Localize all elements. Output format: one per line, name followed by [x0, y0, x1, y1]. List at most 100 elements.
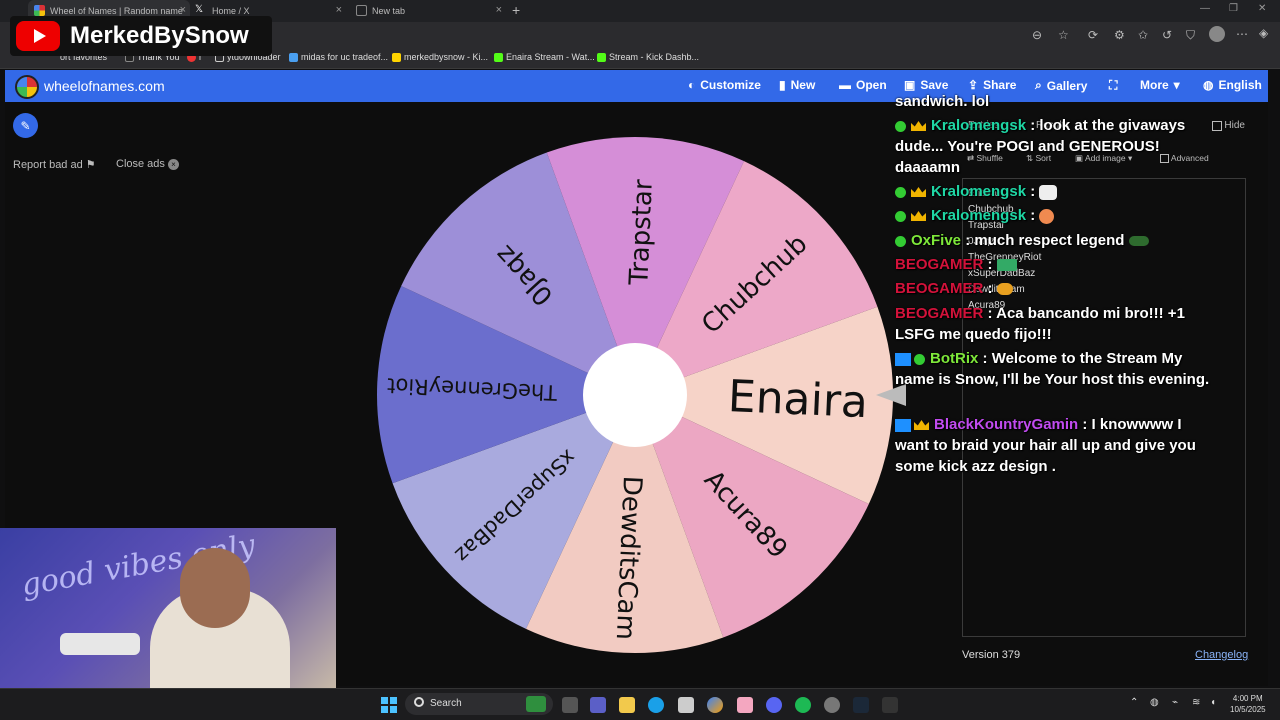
crown-badge-icon — [911, 121, 926, 132]
bookmark-midas[interactable]: midas for uc tradeof... — [289, 52, 388, 62]
discord-icon[interactable] — [766, 697, 782, 713]
more-menu-icon[interactable]: ⋯ — [1236, 27, 1248, 41]
edge-icon[interactable] — [648, 697, 664, 713]
copilot-app-icon[interactable] — [707, 697, 723, 713]
file-explorer-icon[interactable] — [619, 697, 635, 713]
chat-username: BEOGAMER — [895, 305, 984, 322]
favorites-icon[interactable]: ✩ — [1138, 28, 1148, 42]
save-icon: ▣ — [904, 78, 916, 92]
wifi-icon[interactable]: ≋ — [1192, 697, 1200, 708]
emote-icon — [1128, 236, 1149, 247]
widget-icon[interactable] — [526, 696, 546, 712]
verified-badge-icon — [895, 120, 906, 132]
close-circle-icon: × — [167, 159, 179, 170]
wheel-logo-icon[interactable] — [15, 75, 39, 99]
close-window-icon[interactable]: ✕ — [1258, 3, 1266, 14]
bookmark-icon — [289, 52, 298, 62]
windows-start-icon[interactable] — [381, 697, 397, 713]
site-title[interactable]: wheelofnames.com — [44, 78, 165, 94]
save-button[interactable]: ▣ Save — [904, 78, 948, 92]
chat-username: BotRix — [930, 350, 979, 367]
wheel-segment-label: Trapstar — [624, 178, 659, 286]
wheel-segment-label: Enaira — [727, 371, 869, 428]
close-ads-link[interactable]: Close ads × — [116, 158, 179, 170]
report-ad-link[interactable]: Report bad ad ⚑ — [13, 158, 96, 171]
shield-icon[interactable]: ⛉ — [1186, 28, 1195, 43]
name-wheel[interactable]: EnairaAcura89DewditsCamxSuperDadBazTheGr… — [372, 132, 898, 658]
skate-app-icon[interactable] — [882, 697, 898, 713]
language-button[interactable]: ◍ English — [1203, 78, 1262, 92]
obs-icon[interactable] — [824, 697, 840, 713]
chat-username: BlackKountryGamin — [934, 416, 1079, 433]
tab-label: Wheel of Names | Random name — [50, 6, 183, 16]
photos-icon[interactable] — [737, 697, 753, 713]
bookmark-enaira-stream[interactable]: Enaira Stream - Wat... — [494, 52, 595, 62]
reader-icon[interactable]: ⊖ — [1032, 28, 1042, 42]
minimize-icon[interactable]: — — [1200, 3, 1210, 14]
teams-icon[interactable] — [590, 697, 606, 713]
globe-icon: ◍ — [1203, 78, 1214, 92]
bookmark-label: merkedbysnow - Ki... — [404, 52, 489, 62]
chat-message: BEOGAMER : Aca bancando mi bro!!! +1 LSF… — [895, 305, 1185, 343]
open-button[interactable]: ▬ Open — [839, 78, 887, 92]
wheel-center-hub[interactable] — [583, 343, 687, 447]
share-button[interactable]: ⇪ Share — [968, 78, 1016, 92]
more-button[interactable]: More ▾ — [1140, 78, 1180, 92]
customize-button[interactable]: ◐ Customize — [688, 78, 761, 92]
settings-icon[interactable]: ⚙ — [1114, 28, 1125, 42]
close-tab-icon[interactable]: × — [496, 4, 502, 16]
extensions-icon[interactable]: ⟳ — [1088, 28, 1098, 42]
taskbar-clock[interactable]: 4:00 PM 10/5/2025 — [1230, 693, 1266, 715]
maximize-icon[interactable]: ❐ — [1229, 3, 1238, 14]
bookmark-icon — [392, 52, 401, 62]
edit-pencil-icon[interactable]: ✎ — [13, 113, 38, 138]
chevron-down-icon: ▾ — [1173, 78, 1180, 92]
tab-label: Home / X — [212, 6, 250, 16]
button-label: Open — [856, 78, 887, 92]
tray-app-icon[interactable]: ◍ — [1150, 697, 1159, 708]
chat-username: Kralomengsk — [931, 183, 1027, 200]
report-ad-label: Report bad ad — [13, 159, 83, 171]
copilot-icon[interactable]: ◈ — [1259, 26, 1268, 40]
chat-message: OxFive : much respect legend — [895, 230, 1215, 251]
chat-message: BlackKountryGamin : I knowwww I want to … — [895, 416, 1196, 475]
emote-icon — [996, 259, 1017, 272]
verified-badge-icon — [895, 210, 906, 222]
favorite-star-icon[interactable]: ☆ — [1058, 28, 1069, 42]
youtube-logo-icon — [16, 21, 60, 51]
task-view-icon[interactable] — [562, 697, 578, 713]
emote-icon — [996, 283, 1013, 296]
bot-badge-icon — [895, 352, 911, 366]
hide-checkbox[interactable]: Hide — [1212, 120, 1245, 131]
spotify-icon[interactable] — [795, 697, 811, 713]
chat-message: Kralomengsk : — [895, 181, 1215, 202]
volume-icon[interactable]: ◖ — [1210, 697, 1216, 708]
steam-icon[interactable] — [853, 697, 869, 713]
changelog-link[interactable]: Changelog — [1195, 649, 1248, 661]
hide-label: Hide — [1224, 120, 1245, 131]
new-tab-button[interactable]: + — [512, 2, 520, 18]
crown-badge-icon — [911, 187, 926, 198]
tab-new-tab[interactable]: New tab × — [350, 0, 506, 22]
history-icon[interactable]: ↺ — [1162, 28, 1172, 42]
new-button[interactable]: ▮ New — [779, 78, 815, 92]
chevron-up-icon[interactable]: ⌃ — [1130, 697, 1138, 708]
streamer-head — [180, 548, 250, 628]
tray-network-app-icon[interactable]: ⌁ — [1172, 697, 1178, 708]
store-icon[interactable] — [678, 697, 694, 713]
x-logo-icon: 𝕏 — [195, 4, 204, 15]
close-tab-icon[interactable]: × — [336, 4, 342, 16]
search-icon — [414, 697, 424, 707]
profile-avatar[interactable] — [1209, 26, 1225, 42]
channel-overlay: MerkedBySnow — [10, 16, 272, 56]
flag-icon: ⚑ — [85, 159, 96, 171]
close-ads-label: Close ads — [116, 158, 165, 170]
close-tab-icon[interactable]: × — [180, 4, 186, 16]
chat-username: OxFive — [911, 232, 962, 249]
bookmark-kick-dashboard[interactable]: Stream - Kick Dashb... — [597, 52, 699, 62]
chat-message: sandwich. lol — [895, 91, 1215, 112]
chat-message: Kralomengsk : look at the givaways dude.… — [895, 117, 1186, 176]
button-label: New — [790, 78, 816, 92]
bookmark-merkedbysnow[interactable]: merkedbysnow - Ki... — [392, 52, 488, 62]
bookmark-label: Enaira Stream - Wat... — [506, 52, 595, 62]
